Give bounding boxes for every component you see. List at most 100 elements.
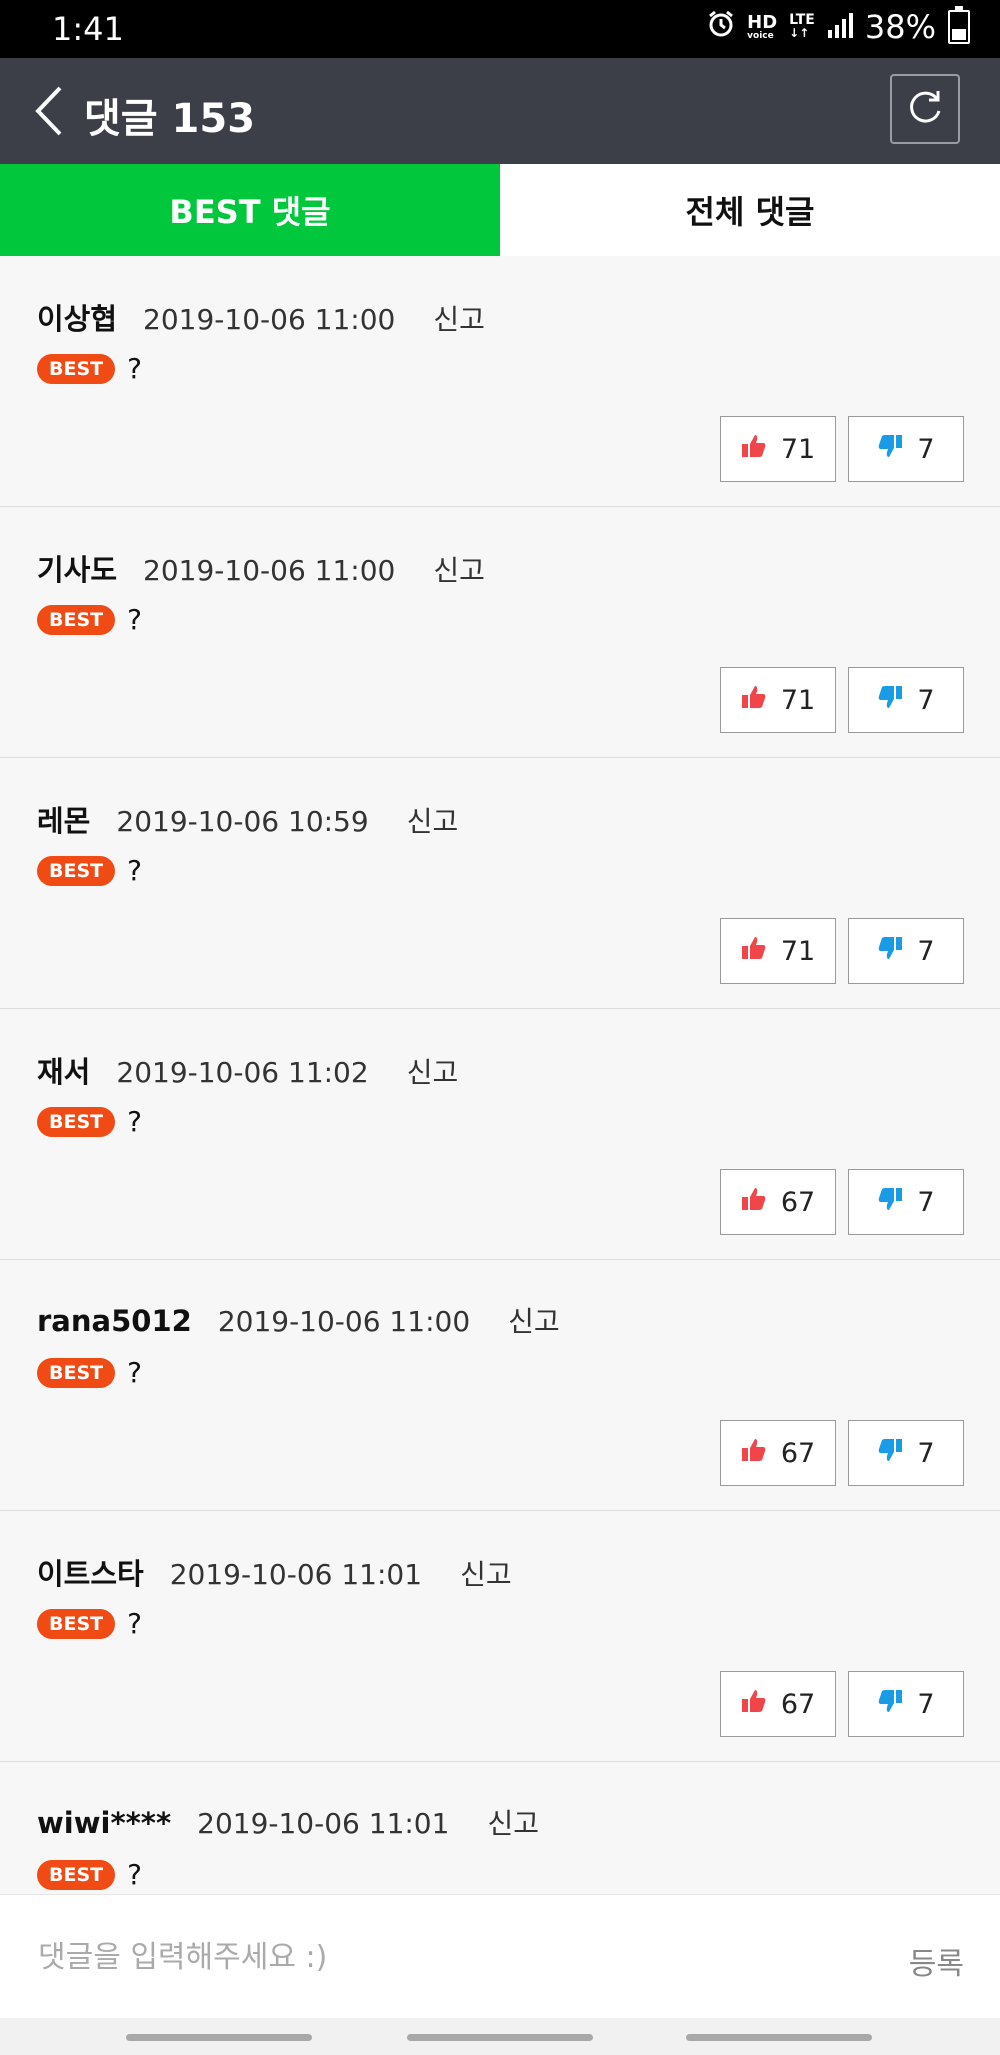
comment-tabs: BEST 댓글 전체 댓글 — [0, 164, 1000, 257]
like-count: 71 — [780, 433, 816, 465]
comment-body: BEST ? — [37, 1858, 142, 1891]
nav-recent-handle[interactable] — [126, 2034, 312, 2041]
report-button[interactable]: 신고 — [460, 1553, 512, 1593]
comment-input[interactable] — [36, 1923, 820, 1991]
like-count: 67 — [780, 1186, 816, 1218]
comment-body: BEST ? — [37, 1607, 142, 1640]
report-button[interactable]: 신고 — [433, 549, 485, 589]
thumbs-down-icon — [877, 433, 903, 466]
thumbs-up-icon — [741, 433, 767, 466]
comment-item: 이상협 2019-10-06 11:00 신고 BEST ? 71 7 — [0, 256, 1000, 507]
report-button[interactable]: 신고 — [508, 1300, 560, 1340]
vote-buttons: 71 7 — [720, 416, 964, 482]
comment-date: 2019-10-06 11:00 — [143, 554, 396, 587]
header-bar: 댓글 153 — [0, 58, 1000, 164]
dislike-button[interactable]: 7 — [848, 918, 964, 984]
battery-icon — [948, 6, 970, 44]
comment-list: 이상협 2019-10-06 11:00 신고 BEST ? 71 7 기사도 … — [0, 256, 1000, 2013]
comment-body: BEST ? — [37, 352, 142, 385]
comment-item: 기사도 2019-10-06 11:00 신고 BEST ? 71 7 — [0, 507, 1000, 758]
battery-percent: 38% — [864, 8, 936, 46]
thumbs-down-icon — [877, 1186, 903, 1219]
comment-author[interactable]: 기사도 — [37, 547, 117, 589]
best-badge: BEST — [37, 855, 116, 886]
refresh-button[interactable] — [890, 74, 960, 144]
comment-text: ? — [127, 1858, 142, 1891]
comment-meta: wiwi**** 2019-10-06 11:01 신고 — [37, 1802, 539, 1842]
hd-label: HD — [747, 11, 778, 33]
comment-meta: 이트스타 2019-10-06 11:01 신고 — [37, 1551, 512, 1593]
like-count: 71 — [780, 684, 816, 716]
best-badge: BEST — [37, 353, 116, 384]
like-button[interactable]: 67 — [720, 1420, 836, 1486]
dislike-count: 7 — [917, 684, 935, 716]
refresh-icon — [905, 87, 945, 131]
dislike-button[interactable]: 7 — [848, 1420, 964, 1486]
comment-author[interactable]: 이트스타 — [37, 1551, 144, 1593]
dislike-button[interactable]: 7 — [848, 1169, 964, 1235]
comment-body: BEST ? — [37, 854, 142, 887]
thumbs-up-icon — [741, 1437, 767, 1470]
best-badge: BEST — [37, 1106, 116, 1137]
comment-item: rana5012 2019-10-06 11:00 신고 BEST ? 67 7 — [0, 1260, 1000, 1511]
nav-back-handle[interactable] — [686, 2034, 872, 2041]
comment-date: 2019-10-06 11:02 — [116, 1056, 369, 1089]
like-count: 67 — [780, 1688, 816, 1720]
voice-label: voice — [747, 30, 774, 41]
like-button[interactable]: 71 — [720, 918, 836, 984]
system-nav-bar — [0, 2018, 1000, 2055]
comment-body: BEST ? — [37, 1105, 142, 1138]
report-button[interactable]: 신고 — [487, 1802, 539, 1842]
dislike-button[interactable]: 7 — [848, 667, 964, 733]
page-title: 댓글 153 — [84, 96, 256, 142]
comment-meta: rana5012 2019-10-06 11:00 신고 — [37, 1300, 560, 1340]
comment-meta: 레몬 2019-10-06 10:59 신고 — [37, 798, 458, 840]
dislike-button[interactable]: 7 — [848, 416, 964, 482]
comment-author[interactable]: 재서 — [37, 1049, 90, 1091]
thumbs-up-icon — [741, 1186, 767, 1219]
tab-all-comments[interactable]: 전체 댓글 — [500, 164, 1000, 256]
like-button[interactable]: 67 — [720, 1169, 836, 1235]
comment-body: BEST ? — [37, 603, 142, 636]
dislike-button[interactable]: 7 — [848, 1671, 964, 1737]
best-badge: BEST — [37, 1859, 116, 1890]
comment-body: BEST ? — [37, 1356, 142, 1389]
comment-author[interactable]: 레몬 — [37, 798, 90, 840]
comment-date: 2019-10-06 10:59 — [116, 805, 369, 838]
comment-date: 2019-10-06 11:00 — [143, 303, 396, 336]
data-arrows-icon: ↓↑ — [789, 26, 810, 40]
report-button[interactable]: 신고 — [407, 1051, 459, 1091]
comment-meta: 이상협 2019-10-06 11:00 신고 — [37, 296, 485, 338]
comment-item: 이트스타 2019-10-06 11:01 신고 BEST ? 67 7 — [0, 1511, 1000, 1762]
vote-buttons: 67 7 — [720, 1420, 964, 1486]
like-count: 67 — [780, 1437, 816, 1469]
comment-text: ? — [127, 1105, 142, 1138]
vote-buttons: 71 7 — [720, 918, 964, 984]
comment-date: 2019-10-06 11:01 — [197, 1807, 450, 1840]
like-button[interactable]: 67 — [720, 1671, 836, 1737]
comment-author[interactable]: wiwi**** — [37, 1806, 171, 1840]
thumbs-down-icon — [877, 684, 903, 717]
comment-meta: 기사도 2019-10-06 11:00 신고 — [37, 547, 485, 589]
submit-button[interactable]: 등록 — [909, 1939, 964, 1983]
back-icon[interactable] — [30, 84, 70, 138]
report-button[interactable]: 신고 — [433, 298, 485, 338]
best-badge: BEST — [37, 604, 116, 635]
dislike-count: 7 — [917, 433, 935, 465]
comment-date: 2019-10-06 11:00 — [217, 1305, 471, 1338]
comment-author[interactable]: rana5012 — [37, 1304, 192, 1338]
dislike-count: 7 — [917, 1186, 935, 1218]
report-button[interactable]: 신고 — [407, 800, 459, 840]
comment-text: ? — [127, 1607, 142, 1640]
dislike-count: 7 — [917, 1437, 935, 1469]
like-button[interactable]: 71 — [720, 416, 836, 482]
tab-best-comments[interactable]: BEST 댓글 — [0, 164, 500, 256]
thumbs-up-icon — [741, 935, 767, 968]
like-button[interactable]: 71 — [720, 667, 836, 733]
nav-home-handle[interactable] — [407, 2034, 593, 2041]
comment-item: 재서 2019-10-06 11:02 신고 BEST ? 67 7 — [0, 1009, 1000, 1260]
signal-icon — [827, 8, 853, 46]
comment-text: ? — [127, 352, 142, 385]
comment-author[interactable]: 이상협 — [37, 296, 117, 338]
dislike-count: 7 — [917, 935, 935, 967]
